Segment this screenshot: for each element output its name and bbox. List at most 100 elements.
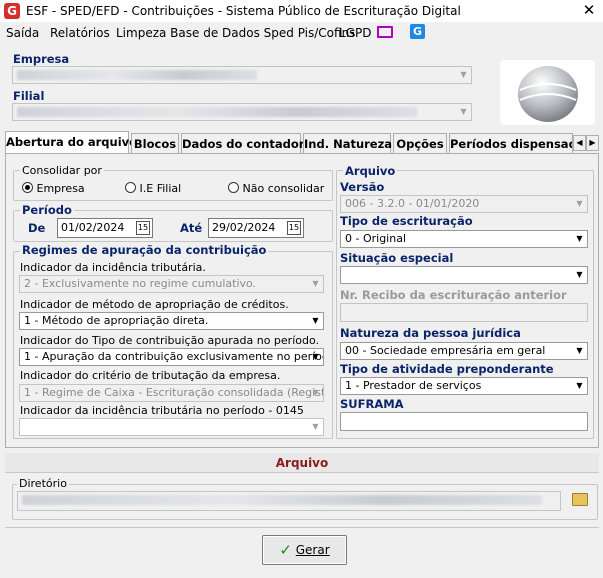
chevron-down-icon: ▼ bbox=[312, 388, 319, 397]
chevron-down-icon: ▼ bbox=[576, 234, 583, 243]
chevron-down-icon: ▼ bbox=[460, 70, 467, 79]
regimes-title: Regimes de apuração da contribuição bbox=[20, 243, 269, 257]
situacao-select[interactable]: ▼ bbox=[340, 266, 588, 284]
logo-image bbox=[500, 60, 595, 125]
tab-scroll-left-icon[interactable]: ◀ bbox=[573, 135, 586, 151]
arquivo-section-title: Arquivo bbox=[5, 453, 599, 473]
periodo-de-value: 01/02/2024 bbox=[61, 221, 125, 234]
empresa-select[interactable]: ▼ bbox=[12, 66, 472, 84]
metodo-label: Indicador de método de apropriação de cr… bbox=[20, 298, 289, 311]
chevron-down-icon: ▼ bbox=[312, 316, 319, 325]
radio-icon bbox=[228, 182, 239, 193]
chevron-down-icon: ▼ bbox=[312, 422, 319, 431]
atividade-select[interactable]: 1 - Prestador de serviços ▼ bbox=[340, 377, 588, 395]
consolidar-title: Consolidar por bbox=[20, 164, 104, 177]
periodo-title: Período bbox=[20, 203, 74, 217]
calendar-icon[interactable]: 15 bbox=[136, 221, 150, 235]
folder-open-icon[interactable] bbox=[572, 493, 588, 506]
tab-strip: Abertura do arquivo Blocos Dados do cont… bbox=[5, 131, 599, 154]
radio-ie-filial-label: I.E Filial bbox=[139, 182, 182, 195]
tab-abertura[interactable]: Abertura do arquivo bbox=[5, 131, 137, 154]
incidencia-value: 2 - Exclusivamente no regime cumulativo. bbox=[24, 277, 257, 290]
incidencia-select[interactable]: 2 - Exclusivamente no regime cumulativo.… bbox=[19, 275, 324, 293]
radio-icon bbox=[125, 182, 136, 193]
radio-empresa-label: Empresa bbox=[36, 182, 85, 195]
menu-lgpd[interactable]: LGPD bbox=[339, 26, 371, 40]
incidencia-0145-label: Indicador da incidência tributária no pe… bbox=[20, 404, 304, 417]
calendar-icon[interactable]: 15 bbox=[287, 221, 301, 235]
versao-label: Versão bbox=[340, 180, 385, 194]
window-title: ESF - SPED/EFD - Contribuições - Sistema… bbox=[26, 4, 461, 18]
chevron-down-icon: ▼ bbox=[576, 381, 583, 390]
filial-value-redacted bbox=[17, 107, 417, 117]
divider bbox=[5, 527, 599, 528]
incidencia-label: Indicador da incidência tributária. bbox=[20, 261, 206, 274]
arquivo-group-title: Arquivo bbox=[343, 164, 398, 178]
periodo-ate-value: 29/02/2024 bbox=[212, 221, 276, 234]
tipo-contrib-label: Indicador do Tipo de contribuição apurad… bbox=[20, 334, 319, 347]
radio-selected-icon bbox=[22, 182, 33, 193]
empresa-label: Empresa bbox=[13, 52, 70, 66]
periodo-de-label: De bbox=[28, 221, 46, 235]
radio-empresa[interactable]: Empresa bbox=[22, 182, 85, 195]
natureza-value: 00 - Sociedade empresária em geral bbox=[345, 344, 546, 357]
criterio-label: Indicador do critério de tributação da e… bbox=[20, 369, 281, 382]
chevron-down-icon: ▼ bbox=[576, 346, 583, 355]
versao-select[interactable]: 006 - 3.2.0 - 01/01/2020 ▼ bbox=[340, 195, 588, 213]
radio-nao-consolidar-label: Não consolidar bbox=[242, 182, 325, 195]
filial-select[interactable]: ▼ bbox=[12, 103, 472, 121]
tipo-escrituracao-label: Tipo de escrituração bbox=[340, 214, 473, 228]
metodo-value: 1 - Método de apropriação direta. bbox=[24, 314, 209, 327]
tab-dados-contador[interactable]: Dados do contador bbox=[181, 133, 304, 153]
app-g-icon[interactable]: G bbox=[410, 24, 425, 39]
empresa-value-redacted bbox=[17, 70, 257, 80]
chevron-down-icon: ▼ bbox=[576, 270, 583, 279]
tipo-escrituracao-value: 0 - Original bbox=[345, 232, 407, 245]
periodo-ate-input[interactable]: 29/02/2024 15 bbox=[208, 218, 304, 238]
criterio-value: 1 - Regime de Caixa - Escrituração conso… bbox=[24, 386, 324, 399]
tab-ind-natureza[interactable]: Ind. Natureza bbox=[303, 133, 392, 153]
periodo-de-input[interactable]: 01/02/2024 15 bbox=[57, 218, 153, 238]
incidencia-0145-select[interactable]: ▼ bbox=[19, 418, 324, 436]
close-icon[interactable]: ✕ bbox=[580, 1, 598, 19]
tab-opcoes[interactable]: Opções bbox=[393, 133, 447, 153]
tipo-contrib-select[interactable]: 1 - Apuração da contribuição exclusivame… bbox=[19, 348, 324, 366]
versao-value: 006 - 3.2.0 - 01/01/2020 bbox=[345, 197, 480, 210]
metodo-select[interactable]: 1 - Método de apropriação direta. ▼ bbox=[19, 312, 324, 330]
chevron-down-icon: ▼ bbox=[312, 279, 319, 288]
chevron-down-icon: ▼ bbox=[312, 352, 319, 361]
diretorio-input[interactable] bbox=[17, 491, 561, 511]
diretorio-label: Diretório bbox=[17, 477, 69, 490]
suframa-input[interactable] bbox=[340, 412, 588, 431]
diretorio-value-redacted bbox=[22, 495, 542, 505]
natureza-select[interactable]: 00 - Sociedade empresária em geral ▼ bbox=[340, 342, 588, 360]
periodo-ate-label: Até bbox=[180, 221, 203, 235]
tipo-escrituracao-select[interactable]: 0 - Original ▼ bbox=[340, 230, 588, 248]
menu-limpeza[interactable]: Limpeza Base de Dados Sped Pis/Cofins bbox=[116, 26, 355, 40]
tipo-contrib-value: 1 - Apuração da contribuição exclusivame… bbox=[24, 350, 324, 363]
situacao-label: Situação especial bbox=[340, 251, 454, 265]
atividade-value: 1 - Prestador de serviços bbox=[345, 379, 482, 392]
app-logo-icon: G bbox=[4, 3, 20, 19]
chevron-down-icon: ▼ bbox=[576, 199, 583, 208]
radio-ie-filial[interactable]: I.E Filial bbox=[125, 182, 181, 195]
menu-relatorios[interactable]: Relatórios bbox=[50, 26, 110, 40]
atividade-label: Tipo de atividade preponderante bbox=[340, 362, 554, 376]
sphere-logo-icon bbox=[518, 66, 578, 122]
tab-scroll-right-icon[interactable]: ▶ bbox=[586, 135, 599, 151]
gerar-button[interactable]: ✓ Gerar bbox=[262, 535, 347, 565]
monitor-icon[interactable] bbox=[377, 26, 393, 38]
check-icon: ✓ bbox=[279, 541, 292, 559]
recibo-input[interactable] bbox=[340, 303, 588, 322]
filial-label: Filial bbox=[13, 89, 45, 103]
recibo-label: Nr. Recibo da escrituração anterior bbox=[340, 288, 567, 302]
gerar-button-label: Gerar bbox=[295, 543, 330, 557]
chevron-down-icon: ▼ bbox=[460, 107, 467, 116]
criterio-select[interactable]: 1 - Regime de Caixa - Escrituração conso… bbox=[19, 384, 324, 402]
menu-saida[interactable]: Saída bbox=[6, 26, 39, 40]
tab-blocos[interactable]: Blocos bbox=[131, 133, 179, 153]
natureza-label: Natureza da pessoa jurídica bbox=[340, 326, 521, 340]
tab-periodos-dispensado[interactable]: Períodos dispensado bbox=[449, 133, 573, 153]
suframa-label: SUFRAMA bbox=[340, 397, 404, 411]
radio-nao-consolidar[interactable]: Não consolidar bbox=[228, 182, 324, 195]
